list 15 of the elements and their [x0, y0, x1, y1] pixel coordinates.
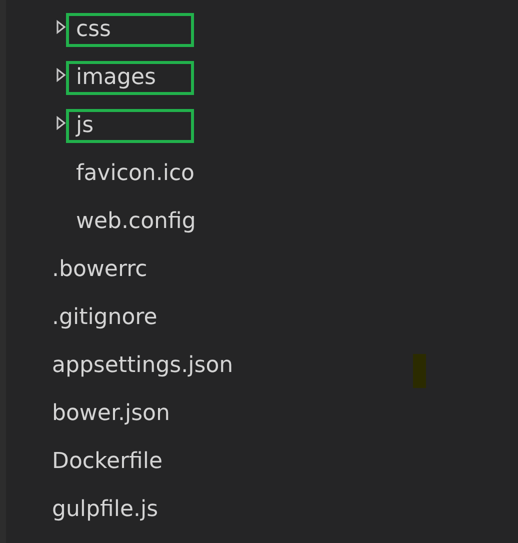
file-item[interactable]: favicon.ico [66, 157, 205, 191]
collapsed-arrow-icon[interactable] [56, 68, 66, 82]
scroll-marker [413, 354, 426, 388]
collapsed-arrow-icon[interactable] [56, 20, 66, 34]
file-item[interactable]: web.config [66, 205, 206, 239]
folder-item[interactable]: js [66, 109, 194, 143]
folder-item[interactable]: images [66, 61, 194, 95]
file-item[interactable]: appsettings.json [42, 349, 244, 383]
file-item[interactable]: bower.json [42, 397, 180, 431]
file-item[interactable]: .gitignore [42, 301, 170, 335]
file-item[interactable]: gulpfile.js [42, 493, 170, 527]
file-item[interactable]: Dockerfile [42, 445, 173, 479]
folder-item[interactable]: css [66, 13, 194, 47]
collapsed-arrow-icon[interactable] [56, 116, 66, 130]
file-item[interactable]: .bowerrc [42, 253, 170, 287]
